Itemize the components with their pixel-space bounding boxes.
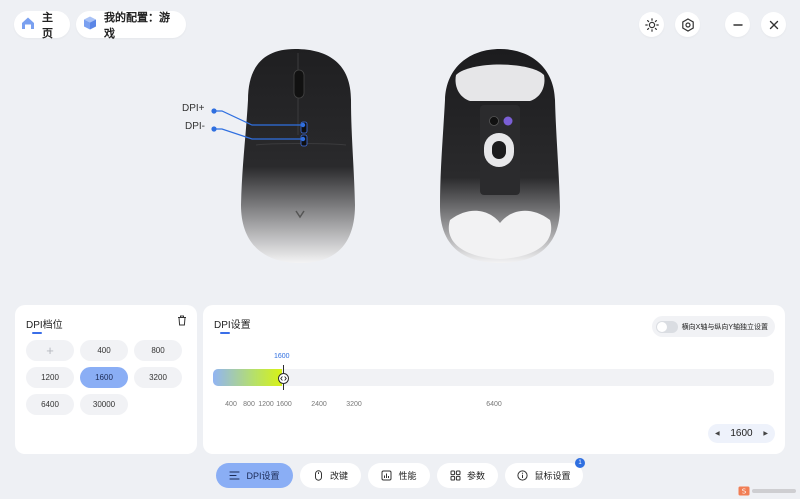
dpi-level-button[interactable]: 800	[134, 340, 182, 361]
mouse-top-view	[241, 49, 355, 263]
brightness-icon	[644, 17, 659, 32]
dpi-level-button[interactable]: 3200	[134, 367, 182, 388]
home-icon	[20, 15, 36, 34]
slider-thumb-arrows-icon	[280, 376, 287, 381]
slider-tick: 6400	[486, 401, 502, 408]
config-button[interactable]: 我的配置：游戏	[76, 11, 186, 40]
dpi-slider-thumb[interactable]	[278, 373, 289, 384]
brightness-button[interactable]	[639, 12, 664, 37]
minimize-icon	[732, 23, 743, 26]
watermark-logo: S	[738, 486, 798, 496]
chevron-left-icon[interactable]: ◀	[715, 430, 720, 437]
dpi-level-button[interactable]: 30000	[80, 394, 128, 415]
close-button[interactable]	[761, 12, 786, 37]
tab-label: 参数	[466, 471, 485, 481]
toggle-label: 横向X轴与纵向Y轴独立设置	[681, 323, 768, 331]
notification-badge: 1	[575, 458, 585, 468]
mouse-illustration: DPI+ DPI-	[170, 45, 590, 270]
dpi-level-button[interactable]: 400	[80, 340, 128, 361]
stepper-value: 1600	[730, 428, 753, 439]
slider-tick: 2400	[311, 401, 327, 408]
dpi-value-stepper[interactable]: ◀ 1600 ▶	[708, 424, 775, 443]
chart-icon	[381, 470, 392, 481]
tab-label: DPI设置	[246, 471, 280, 481]
tab-label: 鼠标设置	[534, 471, 571, 481]
svg-text:S: S	[742, 488, 747, 496]
dpi-plus-label: DPI+	[182, 103, 205, 114]
mouse-bottom-view	[440, 49, 560, 263]
dpi-settings-title: DPI设置	[214, 316, 251, 334]
slider-value-label: 1600	[274, 353, 290, 360]
tab-mouse-settings[interactable]: 鼠标设置 1	[505, 458, 585, 488]
tab-label: 性能	[398, 471, 417, 481]
dpi-levels-card: DPI档位 + 400 800 1200 1600 3200 6400 3000…	[15, 305, 197, 454]
trash-icon[interactable]	[177, 315, 187, 326]
mouse-icon	[314, 470, 322, 481]
tab-dpi-settings[interactable]: DPI设置	[216, 463, 293, 488]
slider-tick: 1200	[258, 401, 274, 408]
dpi-level-button[interactable]: 6400	[26, 394, 74, 415]
tab-label: 改键	[329, 471, 348, 481]
dpi-slider-track[interactable]	[213, 369, 774, 386]
tab-performance[interactable]: 性能	[368, 463, 430, 488]
dpi-slider-fill	[213, 369, 282, 386]
tab-parameters[interactable]: 参数	[437, 463, 498, 488]
home-button[interactable]: 主页	[14, 11, 70, 40]
add-dpi-level-button[interactable]: +	[26, 340, 74, 361]
chevron-right-icon[interactable]: ▶	[763, 430, 768, 437]
settings-button[interactable]	[675, 12, 700, 37]
tab-remap[interactable]: 改键	[300, 463, 361, 488]
independent-axis-toggle[interactable]: 横向X轴与纵向Y轴独立设置	[651, 316, 775, 337]
home-label: 主页	[42, 11, 53, 40]
cube-icon	[82, 15, 98, 34]
dpi-level-grid: + 400 800 1200 1600 3200 6400 30000	[26, 340, 182, 415]
dpi-level-button[interactable]: 1200	[26, 367, 74, 388]
hexagon-settings-icon	[681, 17, 694, 32]
slider-tick: 400	[225, 401, 237, 408]
close-icon	[769, 20, 778, 29]
config-label: 我的配置：游戏	[104, 11, 170, 40]
slider-tick: 800	[243, 401, 255, 408]
mouse-images	[211, 49, 560, 263]
slider-tick: 3200	[346, 401, 362, 408]
dpi-level-button-selected[interactable]: 1600	[80, 367, 128, 388]
dpi-settings-card: DPI设置 横向X轴与纵向Y轴独立设置 1600 400 800 1200 16…	[203, 305, 785, 454]
toggle-switch[interactable]	[655, 320, 678, 333]
dpi-levels-title: DPI档位	[26, 316, 63, 334]
dpi-icon	[229, 471, 241, 480]
dpi-minus-label: DPI-	[185, 121, 205, 132]
minimize-button[interactable]	[725, 12, 750, 37]
grid-icon	[450, 470, 461, 481]
info-icon	[517, 470, 529, 481]
slider-tick: 1600	[276, 401, 292, 408]
